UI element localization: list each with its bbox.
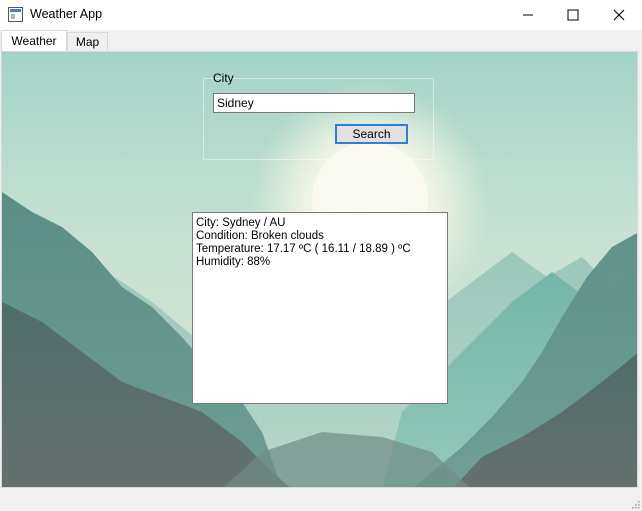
tab-bar: Weather Map — [0, 30, 642, 52]
maximize-button[interactable] — [550, 0, 596, 30]
maximize-icon — [567, 9, 579, 21]
window-title: Weather App — [30, 7, 103, 21]
minimize-button[interactable] — [505, 0, 551, 30]
app-window-icon — [8, 7, 23, 22]
title-bar[interactable]: Weather App — [0, 0, 642, 30]
city-groupbox: City Search — [203, 71, 434, 160]
status-bar — [0, 489, 642, 511]
minimize-icon — [523, 14, 533, 16]
close-button[interactable] — [596, 0, 642, 30]
result-temperature: Temperature: 17.17 ºC ( 16.11 / 18.89 ) … — [196, 243, 411, 255]
weather-panel: City Search City: Sydney / AU Condition:… — [1, 51, 638, 488]
result-condition: Condition: Broken clouds — [196, 230, 324, 242]
tab-weather[interactable]: Weather — [1, 30, 67, 52]
close-icon — [613, 9, 625, 21]
city-group-label: City — [213, 71, 234, 85]
tab-map[interactable]: Map — [67, 32, 108, 52]
weather-result-box[interactable]: City: Sydney / AU Condition: Broken clou… — [192, 212, 448, 404]
result-humidity: Humidity: 88% — [196, 256, 271, 268]
resize-grip-icon[interactable] — [630, 499, 640, 509]
search-button[interactable]: Search — [335, 124, 408, 144]
city-input[interactable] — [213, 93, 415, 113]
result-city: City: Sydney / AU — [196, 217, 286, 229]
